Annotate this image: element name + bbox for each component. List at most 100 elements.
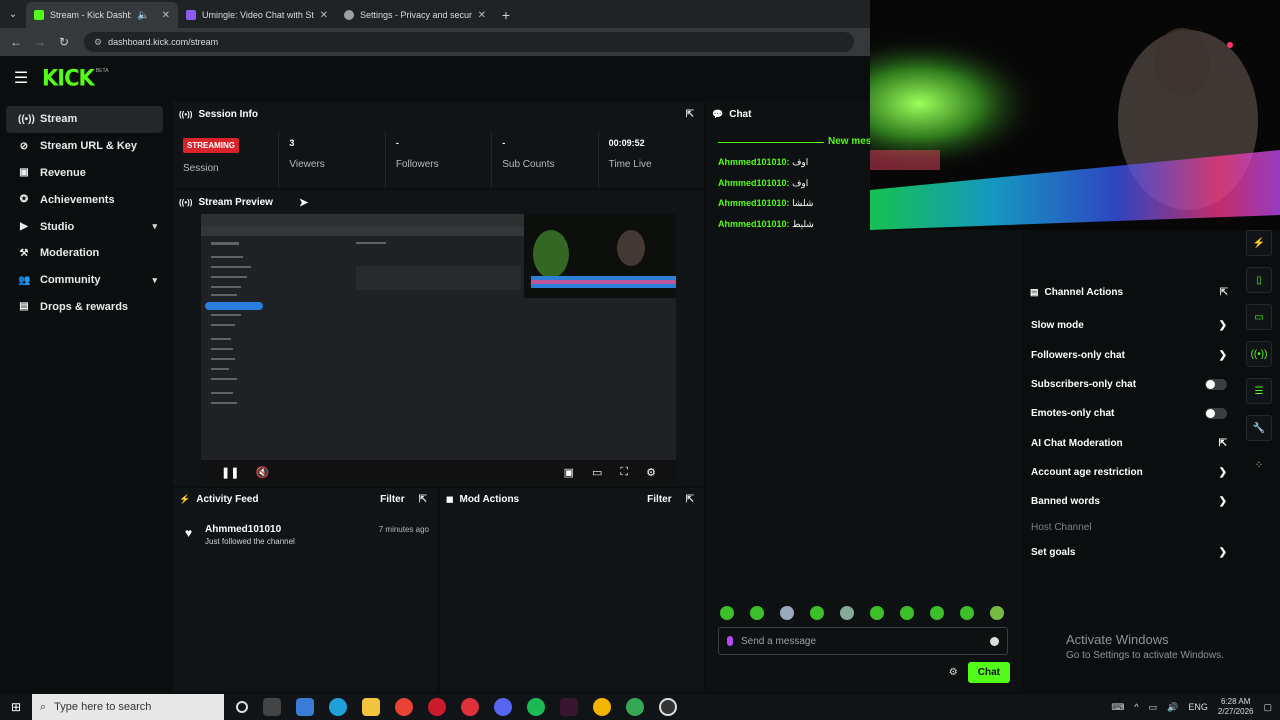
chat-username[interactable]: Ahmmed101010:: [718, 157, 790, 167]
sidebar-item-moderation[interactable]: ⚒ Moderation: [6, 240, 163, 267]
emote-icon[interactable]: [810, 606, 824, 620]
stream-preview-video[interactable]: ❚❚ 🔇 ▣ ▭ ⛶ ⚙: [201, 214, 676, 484]
activity-user[interactable]: Ahmmed101010: [205, 524, 281, 535]
mute-icon[interactable]: 🔇: [255, 466, 269, 479]
list-icon[interactable]: ☰: [1246, 378, 1272, 404]
emote-icon[interactable]: [840, 606, 854, 620]
chrome-active-icon[interactable]: [626, 698, 644, 716]
sidebar-item-stream-url-key[interactable]: ⊘ Stream URL & Key: [6, 133, 163, 160]
banned-words-row[interactable]: Banned words ❯: [1031, 496, 1227, 507]
document-icon[interactable]: ▯: [1246, 267, 1272, 293]
recorder-icon[interactable]: [461, 698, 479, 716]
chevron-up-icon[interactable]: ^: [1134, 702, 1138, 712]
task-view-icon[interactable]: [263, 698, 281, 716]
hammer-icon: ⚒: [19, 247, 29, 259]
spotify-icon[interactable]: [527, 698, 545, 716]
sidebar-item-revenue[interactable]: ▣ Revenue: [6, 160, 163, 187]
popout-icon[interactable]: ⇱: [419, 494, 427, 505]
keyboard-icon[interactable]: ⌨: [1111, 702, 1124, 713]
broadcast-icon[interactable]: ((•)): [1246, 341, 1272, 367]
tab-kick-dashboard[interactable]: Stream - Kick Dashboard 🔈 ✕: [26, 2, 178, 28]
emote-icon[interactable]: [780, 606, 794, 620]
slow-mode-row[interactable]: Slow mode ❯: [1031, 320, 1227, 331]
emote-icon[interactable]: [960, 606, 974, 620]
windows-start-icon[interactable]: ⊞: [0, 700, 32, 714]
chat-input[interactable]: Send a message: [718, 627, 1008, 655]
sidebar-item-stream[interactable]: ((•)) Stream: [6, 106, 163, 133]
filter-button[interactable]: Filter: [647, 494, 671, 505]
copilot-icon[interactable]: [296, 698, 314, 716]
emote-icon[interactable]: [870, 606, 884, 620]
followers-only-row[interactable]: Followers-only chat ❯: [1031, 350, 1227, 361]
notifications-icon[interactable]: ▢: [1263, 702, 1272, 713]
fullscreen-icon[interactable]: ⛶: [620, 466, 628, 479]
close-tab-icon[interactable]: ✕: [162, 10, 170, 21]
chat-username[interactable]: Ahmmed101010:: [718, 178, 790, 188]
chat-bubble-icon[interactable]: ▭: [1246, 304, 1272, 330]
pause-icon[interactable]: ❚❚: [221, 466, 239, 479]
close-tab-icon[interactable]: ✕: [478, 10, 486, 21]
emotes-only-toggle[interactable]: [1205, 408, 1227, 419]
volume-icon[interactable]: 🔊: [1167, 702, 1178, 713]
chat-username[interactable]: Ahmmed101010:: [718, 219, 790, 229]
new-tab-icon[interactable]: +: [494, 2, 518, 28]
edge-icon[interactable]: [329, 698, 347, 716]
capcut-icon[interactable]: [560, 698, 578, 716]
set-goals-row[interactable]: Set goals ❯: [1031, 547, 1227, 558]
theater-mode-icon[interactable]: ▭: [592, 466, 602, 479]
more-icon[interactable]: ⁘: [1246, 452, 1272, 478]
popout-icon[interactable]: ⇱: [686, 494, 694, 505]
chrome-icon[interactable]: [395, 698, 413, 716]
sidebar-item-achievements[interactable]: ✪ Achievements: [6, 186, 163, 213]
emoji-icon[interactable]: [990, 636, 999, 646]
filter-button[interactable]: Filter: [380, 494, 404, 505]
subscribers-only-toggle[interactable]: [1205, 379, 1227, 390]
menu-icon[interactable]: ☰: [0, 68, 42, 88]
chat-username[interactable]: Ahmmed101010:: [718, 198, 790, 208]
panel-title: Activity Feed: [196, 493, 259, 505]
opera-icon[interactable]: [428, 698, 446, 716]
emote-icon[interactable]: [900, 606, 914, 620]
address-input[interactable]: ⚙ dashboard.kick.com/stream: [84, 32, 854, 52]
send-chat-button[interactable]: Chat: [967, 661, 1010, 683]
obs-icon[interactable]: [659, 698, 677, 716]
network-icon[interactable]: ▭: [1149, 702, 1158, 713]
lightning-icon[interactable]: ⚡: [1246, 230, 1272, 256]
settings-icon[interactable]: ⚙: [646, 466, 656, 479]
panel-title: Chat: [729, 108, 752, 120]
reload-icon[interactable]: ↻: [54, 32, 74, 52]
wrench-icon[interactable]: 🔧: [1246, 415, 1272, 441]
sidebar-item-community[interactable]: 👥 Community ▾: [6, 267, 163, 294]
sidebar-item-label: Stream: [40, 113, 78, 126]
close-tab-icon[interactable]: ✕: [320, 10, 328, 21]
chat-settings-icon[interactable]: ⚙: [949, 667, 958, 678]
heart-icon: ♥: [185, 526, 193, 540]
taskbar-search-input[interactable]: ⌕ Type here to search: [32, 694, 224, 720]
popout-icon[interactable]: ⇱: [1220, 287, 1228, 298]
tab-umingle[interactable]: Umingle: Video Chat with Stra ✕: [178, 2, 336, 28]
forward-icon[interactable]: →: [30, 32, 50, 52]
language-indicator[interactable]: ENG: [1188, 702, 1208, 712]
account-age-row[interactable]: Account age restriction ❯: [1031, 467, 1227, 478]
emote-icon[interactable]: [990, 606, 1004, 620]
discord-icon[interactable]: [494, 698, 512, 716]
mute-tab-icon[interactable]: 🔈: [137, 10, 149, 21]
cortana-icon[interactable]: [236, 701, 248, 713]
picture-in-picture-icon[interactable]: ▣: [564, 466, 574, 479]
back-icon[interactable]: ←: [6, 32, 26, 52]
emote-icon[interactable]: [930, 606, 944, 620]
sidebar-item-drops-rewards[interactable]: ▤ Drops & rewards: [6, 294, 163, 321]
microphone-icon[interactable]: [727, 636, 733, 646]
tab-settings[interactable]: Settings - Privacy and security ✕: [336, 2, 494, 28]
file-explorer-icon[interactable]: [362, 698, 380, 716]
emote-icon[interactable]: [720, 606, 734, 620]
emote-icon[interactable]: [750, 606, 764, 620]
clock[interactable]: 6:28 AM 2/27/2026: [1218, 697, 1254, 717]
chrome-canary-icon[interactable]: [593, 698, 611, 716]
ai-moderation-row[interactable]: AI Chat Moderation ⇱: [1031, 438, 1227, 449]
popout-icon[interactable]: ⇱: [686, 109, 694, 120]
tab-search-icon[interactable]: ⌄: [0, 0, 26, 28]
kick-logo[interactable]: KICK: [42, 65, 95, 90]
site-info-icon[interactable]: ⚙: [94, 37, 102, 48]
sidebar-item-studio[interactable]: ▶ Studio ▾: [6, 213, 163, 240]
